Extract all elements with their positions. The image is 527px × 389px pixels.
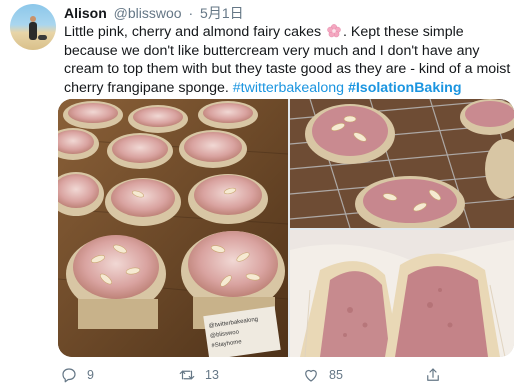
retweet-button[interactable]: 13 <box>178 366 219 384</box>
photo-cakes-tray-drawing: @twitterbakealong @blisswoo #Stayhome <box>58 99 289 357</box>
avatar-dog <box>38 35 47 40</box>
tweet-text: Little pink, cherry and almond fairy cak… <box>64 23 519 97</box>
like-count: 85 <box>329 368 343 382</box>
hashtag-isolationbaking[interactable]: #IsolationBaking <box>348 80 462 96</box>
like-button[interactable]: 85 <box>302 366 343 384</box>
reply-icon <box>62 368 76 383</box>
retweet-count: 13 <box>205 368 219 382</box>
cherry-blossom-icon <box>327 24 341 38</box>
avatar-figure <box>29 22 37 40</box>
photo-cooling-rack-drawing <box>289 99 514 232</box>
share-icon <box>427 368 439 381</box>
tweet-date[interactable]: 5月1日 <box>200 5 244 21</box>
reply-button[interactable]: 9 <box>60 366 94 384</box>
tweet-actions: 9 13 85 <box>0 366 527 386</box>
media-grid: @twitterbakealong @blisswoo #Stayhome <box>58 99 514 357</box>
tweet-text-part1: Little pink, cherry and almond fairy cak… <box>64 24 322 40</box>
avatar[interactable] <box>10 4 56 50</box>
photo-cut-cake-drawing <box>290 230 514 357</box>
photo-cooling-rack[interactable] <box>289 99 514 232</box>
share-button[interactable] <box>424 366 442 384</box>
photo-cut-cake[interactable] <box>290 230 514 357</box>
photo-cakes-tray[interactable]: @twitterbakealong @blisswoo #Stayhome <box>58 99 289 357</box>
author-handle[interactable]: @blisswoo <box>114 5 182 21</box>
tweet: Alison @blisswoo · 5月1日 Little pink, che… <box>0 0 527 389</box>
hashtag-twitterbakealong[interactable]: #twitterbakealong <box>233 80 344 96</box>
reply-count: 9 <box>87 368 94 382</box>
header-separator: · <box>188 5 194 21</box>
tweet-header: Alison @blisswoo · 5月1日 <box>64 5 244 21</box>
heart-icon <box>305 369 317 382</box>
retweet-icon <box>179 370 195 380</box>
author-name[interactable]: Alison <box>64 5 107 21</box>
